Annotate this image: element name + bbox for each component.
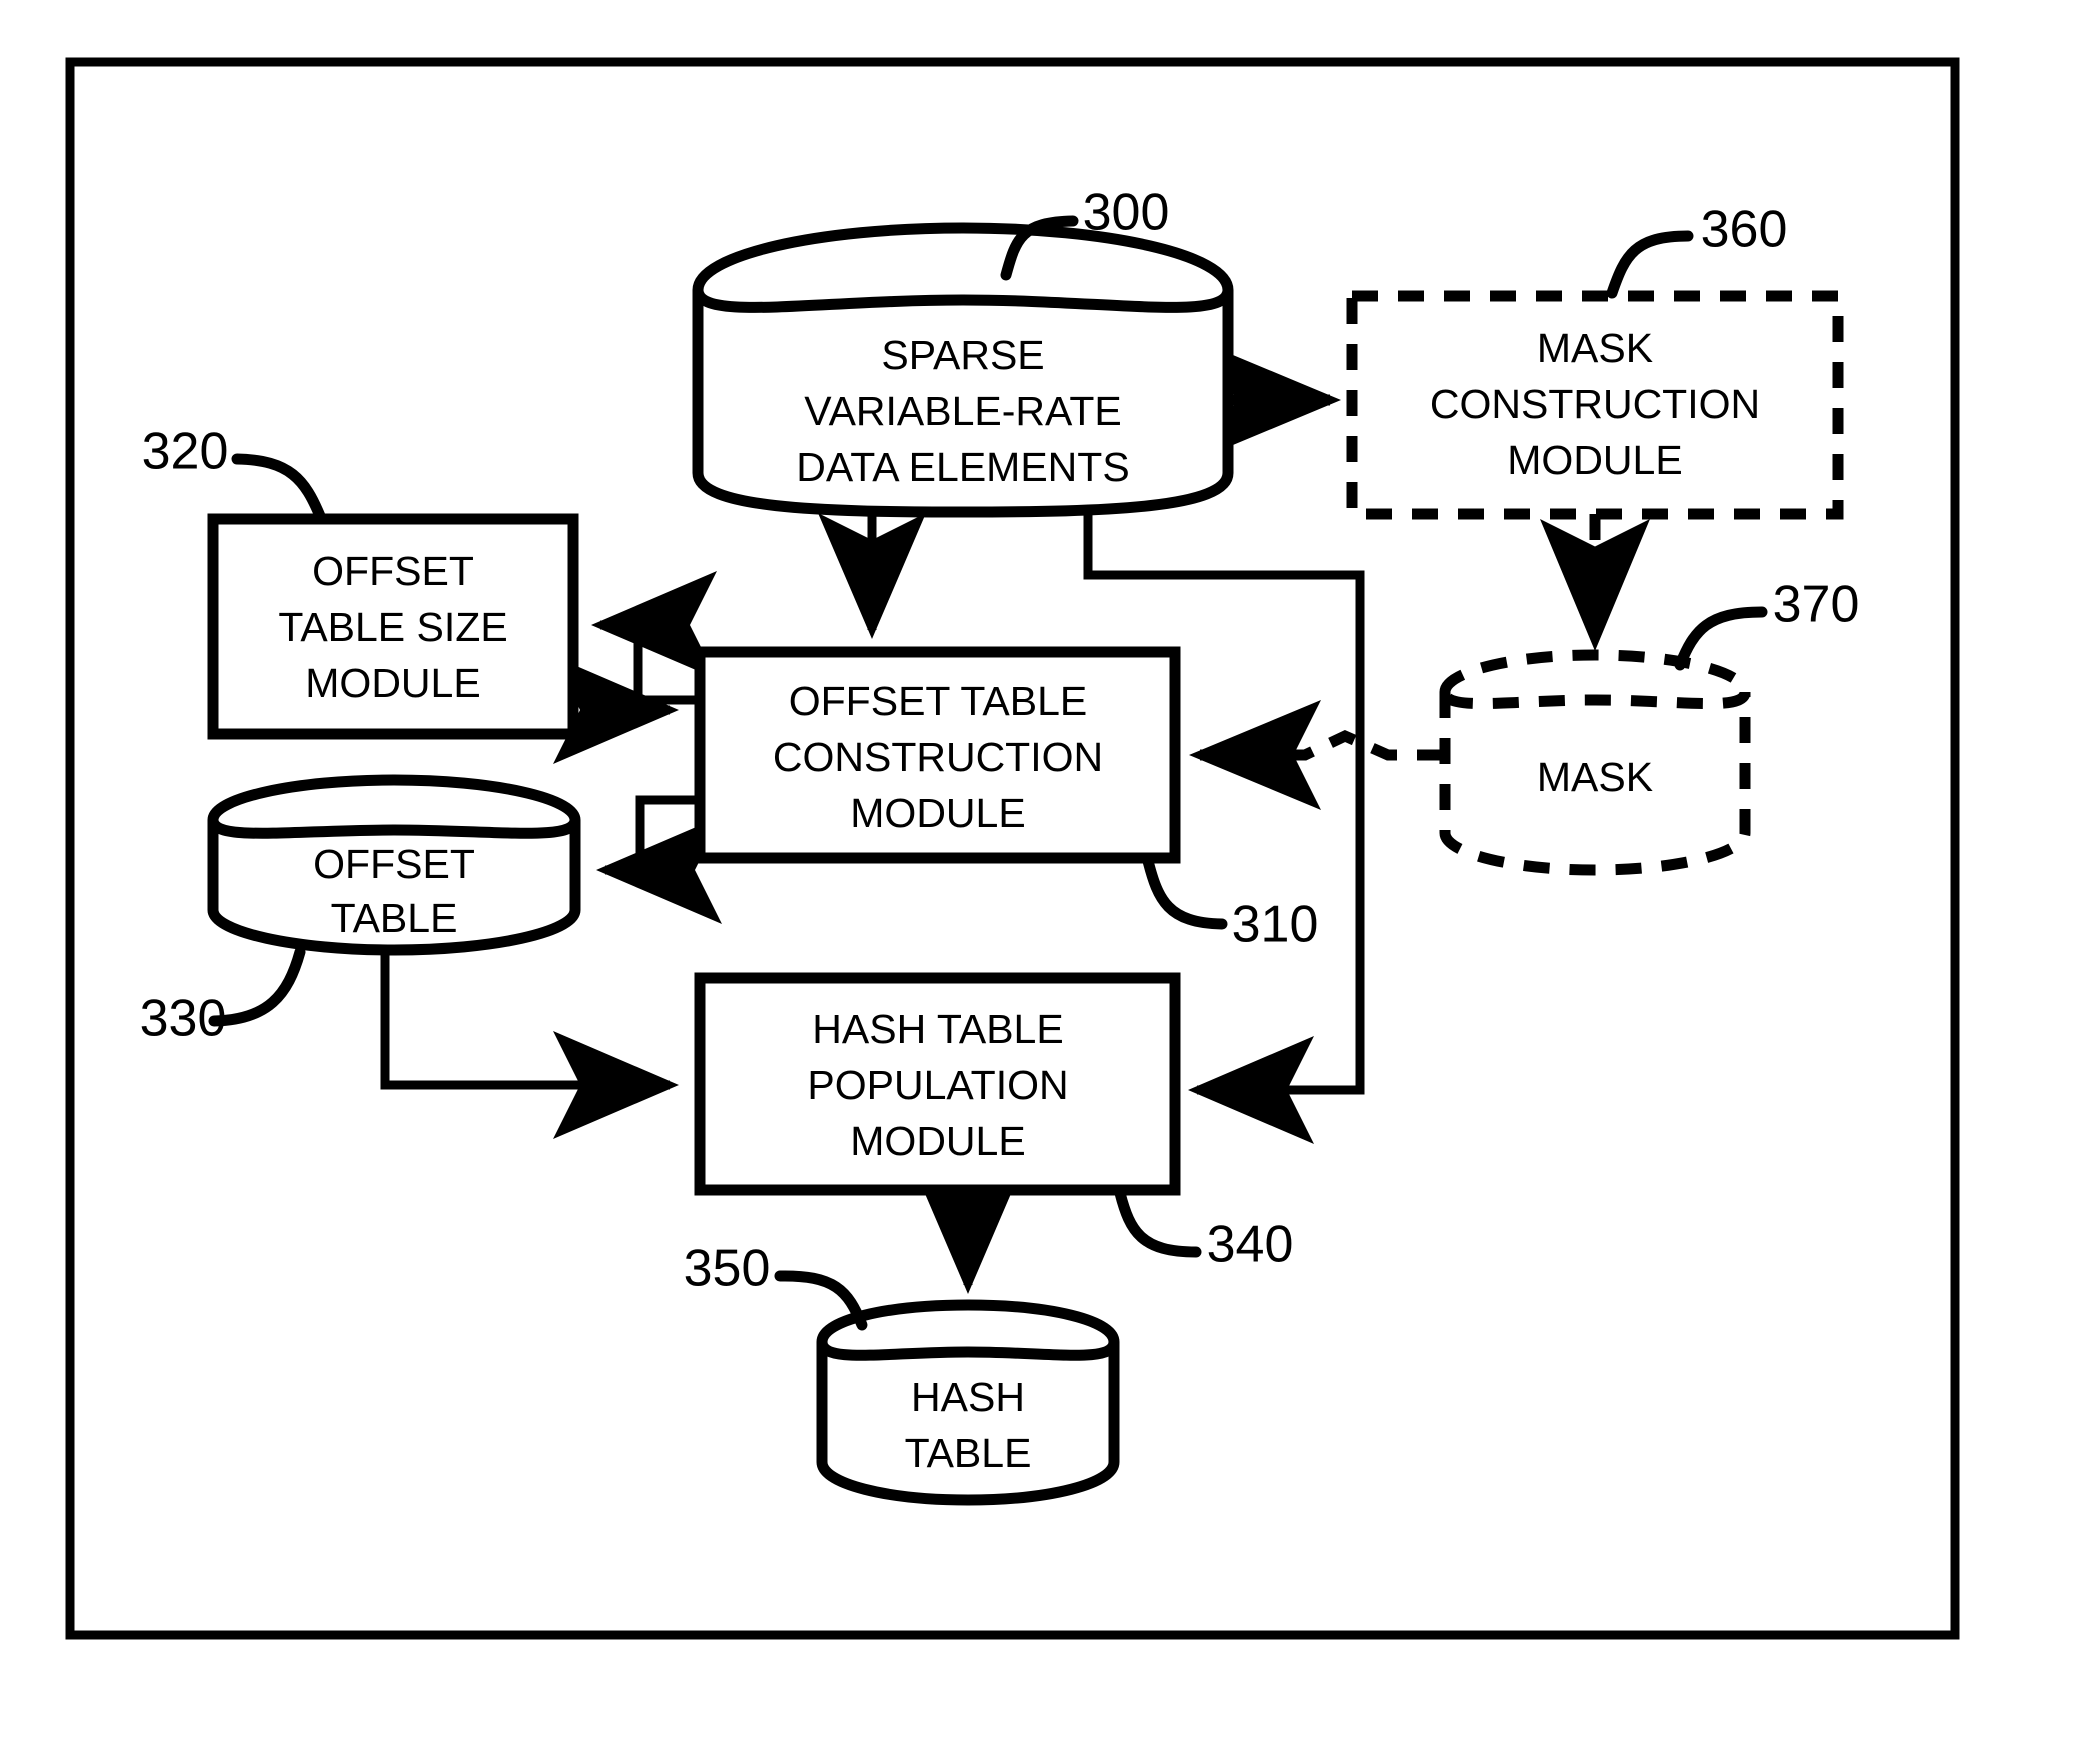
node-hash-table[interactable]: HASH TABLE (816, 1299, 1120, 1506)
node-mask[interactable]: MASK (1439, 649, 1751, 876)
offset-table-construction-label-line3: MODULE (850, 790, 1025, 836)
ref-callout-350: 350 (684, 1240, 868, 1331)
hash-population-label-line3: MODULE (850, 1118, 1025, 1164)
offset-table-label-line1: OFFSET (313, 841, 475, 887)
ref-callout-370: 370 (1674, 576, 1860, 671)
node-offset-table-size-module[interactable]: OFFSET TABLE SIZE MODULE (207, 513, 579, 740)
node-offset-table-construction-module[interactable]: OFFSET TABLE CONSTRUCTION MODULE (694, 646, 1181, 864)
sparse-label-line1: SPARSE (881, 332, 1044, 378)
ref-number-360: 360 (1701, 201, 1788, 259)
offset-table-size-label-line3: MODULE (305, 660, 480, 706)
ref-callout-360: 360 (1606, 201, 1788, 299)
ref-number-330: 330 (140, 990, 227, 1048)
ref-callout-320: 320 (142, 423, 326, 522)
node-mask-construction-module[interactable]: MASK CONSTRUCTION MODULE (1346, 290, 1844, 520)
connector-mask-to-offset-construction (1189, 700, 1443, 810)
figure-canvas: SPARSE VARIABLE-RATE DATA ELEMENTS 300 M… (0, 0, 2090, 1749)
ref-number-310: 310 (1232, 896, 1319, 954)
hash-table-label-line2: TABLE (905, 1430, 1032, 1476)
ref-number-340: 340 (1207, 1216, 1294, 1274)
node-offset-table[interactable]: OFFSET TABLE (207, 774, 581, 956)
node-hash-table-population-module[interactable]: HASH TABLE POPULATION MODULE (694, 972, 1181, 1196)
ref-callout-310: 310 (1142, 855, 1319, 954)
offset-table-label-line2: TABLE (331, 895, 458, 941)
offset-table-construction-label-line2: CONSTRUCTION (773, 734, 1103, 780)
sparse-label-line3: DATA ELEMENTS (796, 444, 1129, 490)
offset-table-size-label-line2: TABLE SIZE (278, 604, 507, 650)
ref-callout-330: 330 (140, 946, 306, 1048)
hash-population-label-line2: POPULATION (807, 1062, 1068, 1108)
mask-construction-label-line1: MASK (1537, 325, 1653, 371)
ref-callout-340: 340 (1114, 1187, 1294, 1274)
connector-offset-construction-to-size-module (591, 571, 717, 705)
hash-table-label-line1: HASH (911, 1374, 1025, 1420)
offset-table-size-label-line1: OFFSET (312, 548, 474, 594)
hash-population-label-line1: HASH TABLE (812, 1006, 1063, 1052)
offset-table-construction-label-line1: OFFSET TABLE (789, 678, 1087, 724)
block-diagram: SPARSE VARIABLE-RATE DATA ELEMENTS 300 M… (65, 57, 1960, 1640)
sparse-label-line2: VARIABLE-RATE (804, 388, 1121, 434)
ref-number-320: 320 (142, 423, 229, 481)
connector-offset-construction-to-offset-table (596, 795, 722, 924)
ref-number-370: 370 (1773, 576, 1860, 634)
connector-size-module-to-offset-construction (553, 656, 679, 764)
mask-construction-label-line3: MODULE (1507, 437, 1682, 483)
mask-label-line1: MASK (1537, 754, 1653, 800)
mask-construction-label-line2: CONSTRUCTION (1430, 381, 1760, 427)
node-sparse-variable-rate-data-elements[interactable]: SPARSE VARIABLE-RATE DATA ELEMENTS (692, 222, 1234, 518)
ref-number-300: 300 (1083, 184, 1170, 242)
connector-offset-table-to-hash-population (380, 950, 679, 1139)
ref-number-350: 350 (684, 1240, 771, 1298)
